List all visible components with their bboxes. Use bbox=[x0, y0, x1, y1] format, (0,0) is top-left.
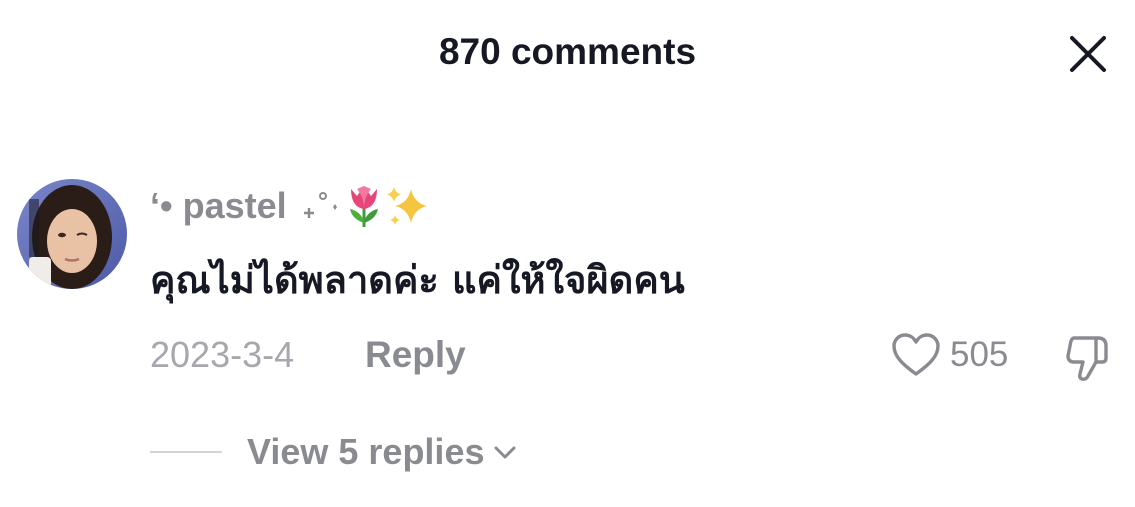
close-button[interactable] bbox=[1064, 30, 1112, 78]
tulip-emoji-icon bbox=[349, 186, 378, 227]
comment-text: คุณไม่ได้พลาดค่ะ แค่ให้ใจผิดคน bbox=[150, 258, 685, 302]
username-text: ‘• pastel bbox=[150, 185, 287, 226]
close-icon bbox=[1070, 36, 1106, 72]
like-count: 505 bbox=[950, 335, 1009, 374]
comment-date: 2023-3-4 bbox=[150, 334, 295, 375]
comment-username[interactable]: ‘• pastel bbox=[150, 180, 431, 232]
sparkle-stars-icon bbox=[303, 192, 337, 218]
comments-count-title: 870 comments bbox=[438, 31, 697, 72]
thumbs-down-icon bbox=[1066, 336, 1108, 381]
view-replies-label: View 5 replies bbox=[247, 431, 485, 472]
username-decoration bbox=[301, 183, 431, 229]
reply-button[interactable]: Reply bbox=[365, 332, 466, 378]
chevron-down-icon bbox=[492, 442, 518, 462]
sparkles-emoji-icon bbox=[386, 187, 427, 225]
view-replies-button[interactable]: View 5 replies bbox=[247, 428, 518, 476]
avatar[interactable] bbox=[17, 179, 127, 289]
heart-icon bbox=[892, 333, 940, 376]
dislike-button[interactable] bbox=[1060, 330, 1116, 386]
replies-divider bbox=[150, 451, 222, 453]
like-button[interactable]: 505 bbox=[890, 330, 1008, 380]
